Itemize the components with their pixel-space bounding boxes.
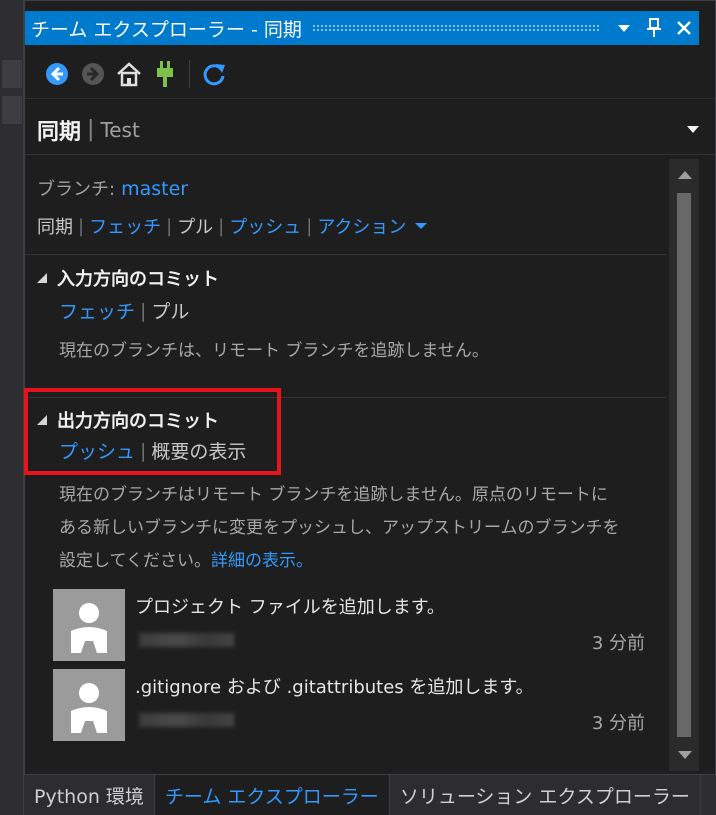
message-line: ある新しいブランチに変更をプッシュし、アップストリームのブランチを bbox=[59, 518, 620, 538]
incoming-status-message: 現在のブランチは、リモート ブランチを追跡しません。 bbox=[59, 341, 489, 361]
pin-icon[interactable] bbox=[639, 11, 669, 45]
push-link[interactable]: プッシュ bbox=[229, 213, 301, 239]
section-divider bbox=[25, 254, 667, 255]
action-separator: | bbox=[218, 215, 225, 237]
message-line-end: 設定してください。 bbox=[59, 551, 211, 571]
window-titlebar[interactable]: チーム エクスプローラー - 同期 bbox=[25, 11, 699, 45]
action-separator: | bbox=[166, 215, 173, 237]
scrollbar-thumb[interactable] bbox=[677, 193, 691, 737]
incoming-commits-header[interactable]: 入力方向のコミット bbox=[37, 265, 219, 291]
connect-plug-icon[interactable] bbox=[147, 56, 183, 92]
tab-python-environments[interactable]: Python 環境 bbox=[24, 775, 155, 815]
pull-link[interactable]: プル bbox=[177, 213, 213, 239]
link-separator: | bbox=[140, 299, 147, 322]
window-menu-dropdown-icon[interactable] bbox=[609, 11, 639, 45]
dock-handle[interactable] bbox=[2, 96, 22, 124]
annotation-highlight-box bbox=[24, 388, 281, 475]
repository-name: Test bbox=[100, 117, 140, 142]
toolbar bbox=[25, 49, 715, 99]
collapse-triangle-icon[interactable] bbox=[37, 273, 47, 283]
page-title: 同期 bbox=[37, 119, 82, 145]
commit-time: 3 分前 bbox=[591, 713, 645, 734]
branch-label: ブランチ: bbox=[37, 179, 116, 200]
back-icon[interactable] bbox=[39, 56, 75, 92]
page-menu-dropdown-icon[interactable] bbox=[683, 119, 703, 139]
message-line: 現在のブランチはリモート ブランチを追跡しません。原点のリモートに bbox=[59, 485, 608, 505]
commit-message: .gitignore および .gitattributes を追加します。 bbox=[135, 677, 534, 698]
branch-info: ブランチ: master bbox=[37, 175, 188, 201]
action-separator: | bbox=[78, 215, 85, 237]
tab-team-explorer[interactable]: チーム エクスプローラー bbox=[154, 775, 390, 815]
incoming-commits-title: 入力方向のコミット bbox=[57, 269, 219, 290]
incoming-links: フェッチ | プル bbox=[59, 297, 189, 324]
home-icon[interactable] bbox=[111, 56, 147, 92]
commit-time: 3 分前 bbox=[591, 633, 645, 654]
window-title: チーム エクスプローラー - 同期 bbox=[31, 18, 302, 41]
page-header: 同期 | Test bbox=[25, 105, 715, 155]
commit-item[interactable]: プロジェクト ファイルを追加します。 3 分前 bbox=[53, 589, 653, 661]
branch-name-link[interactable]: master bbox=[121, 178, 188, 200]
commit-message: プロジェクト ファイルを追加します。 bbox=[135, 597, 445, 618]
commit-author-redacted bbox=[139, 633, 234, 647]
scroll-down-arrow-icon[interactable] bbox=[678, 751, 692, 759]
dock-handle[interactable] bbox=[2, 60, 22, 88]
refresh-icon[interactable] bbox=[196, 56, 232, 92]
tab-solution-explorer[interactable]: ソリューション エクスプローラー bbox=[390, 775, 701, 815]
bottom-tab-bar: Python 環境 チーム エクスプローラー ソリューション エクスプローラー bbox=[24, 775, 716, 815]
title-separator: | bbox=[87, 117, 95, 142]
fetch-link[interactable]: フェッチ bbox=[89, 213, 161, 239]
commit-item[interactable]: .gitignore および .gitattributes を追加します。 3 … bbox=[53, 669, 653, 741]
scroll-up-arrow-icon[interactable] bbox=[678, 171, 692, 179]
show-details-link[interactable]: 詳細の表示。 bbox=[211, 551, 313, 571]
actions-menu-link[interactable]: アクション bbox=[317, 213, 406, 239]
action-separator: | bbox=[306, 215, 313, 237]
toolbar-separator bbox=[189, 59, 190, 88]
titlebar-grip[interactable] bbox=[311, 24, 599, 32]
avatar bbox=[53, 669, 125, 741]
message-line: 設定してください。詳細の表示。 bbox=[59, 545, 620, 578]
incoming-pull-link[interactable]: プル bbox=[151, 297, 189, 324]
left-dock-strip bbox=[0, 0, 24, 815]
sync-action-bar: 同期 | フェッチ | プル | プッシュ | アクション bbox=[37, 213, 428, 239]
avatar bbox=[53, 589, 125, 661]
sync-link[interactable]: 同期 bbox=[37, 213, 73, 239]
outgoing-status-message: 現在のブランチはリモート ブランチを追跡しません。原点のリモートに ある新しいブ… bbox=[59, 479, 620, 578]
commit-author-redacted bbox=[139, 713, 234, 727]
forward-icon[interactable] bbox=[75, 56, 111, 92]
chevron-down-icon[interactable] bbox=[414, 221, 428, 231]
incoming-fetch-link[interactable]: フェッチ bbox=[59, 297, 135, 324]
close-icon[interactable] bbox=[669, 11, 699, 45]
vertical-scrollbar[interactable] bbox=[669, 159, 699, 771]
